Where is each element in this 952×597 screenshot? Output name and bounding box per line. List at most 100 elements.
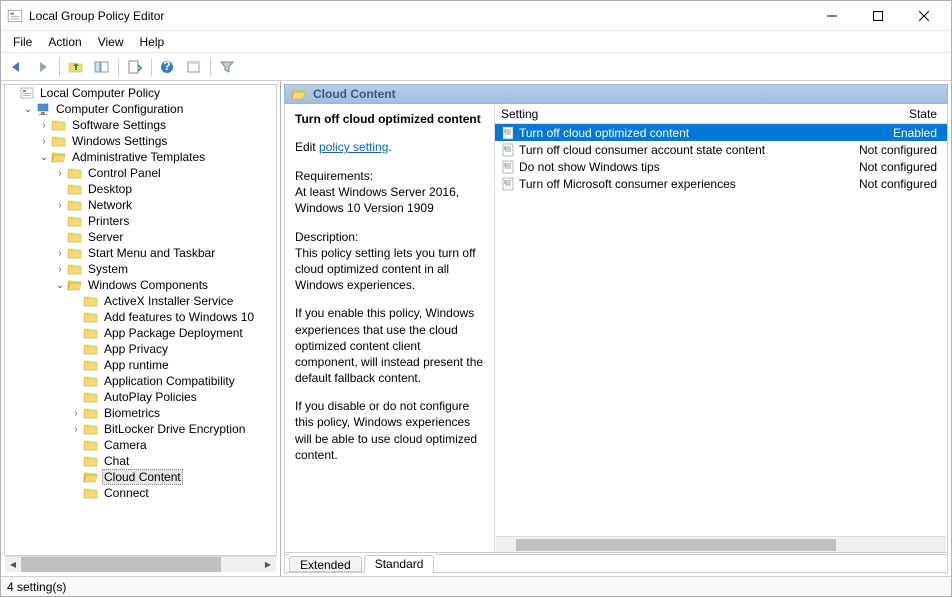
tab-standard[interactable]: Standard <box>364 555 435 573</box>
tree-toggle[interactable]: ⌄ <box>53 280 67 291</box>
settings-horizontal-scrollbar[interactable] <box>496 536 946 552</box>
tree-label: Camera <box>102 438 149 452</box>
tree-item[interactable]: Add features to Windows 10 <box>5 309 276 325</box>
tree-toggle[interactable]: › <box>37 120 51 131</box>
app-icon <box>7 8 23 24</box>
tree-item[interactable]: › Start Menu and Taskbar <box>5 245 276 261</box>
minimize-button[interactable] <box>809 2 855 30</box>
tree-item[interactable]: App Package Deployment <box>5 325 276 341</box>
setting-row[interactable]: Turn off cloud consumer account state co… <box>495 141 947 158</box>
main-area: Local Computer Policy ⌄ Computer Configura… <box>1 81 951 576</box>
help-button[interactable]: ? <box>156 56 180 78</box>
tree-label: Computer Configuration <box>54 102 185 116</box>
menu-view[interactable]: View <box>90 33 132 51</box>
tree-label: Network <box>86 198 134 212</box>
show-hide-tree-button[interactable] <box>90 56 114 78</box>
toolbar-separator <box>151 58 152 76</box>
tree-item[interactable]: Server <box>5 229 276 245</box>
column-setting[interactable]: Setting <box>495 107 847 121</box>
detail-pane: Turn off cloud optimized content Edit po… <box>285 104 495 552</box>
tree-label: Add features to Windows 10 <box>102 310 256 324</box>
folder-closed-icon <box>67 214 83 228</box>
column-state[interactable]: State <box>847 107 947 121</box>
tree-label: Administrative Templates <box>70 150 207 164</box>
folder-closed-icon <box>83 294 99 308</box>
tree-toggle[interactable]: › <box>69 408 83 419</box>
tree-item[interactable]: ›Biometrics <box>5 405 276 421</box>
menu-file[interactable]: File <box>5 33 40 51</box>
setting-row[interactable]: Turn off Microsoft consumer experiencesN… <box>495 175 947 192</box>
folder-closed-icon <box>51 118 67 132</box>
description-label: Description: <box>295 230 358 244</box>
tree-item[interactable]: Cloud Content <box>5 469 276 485</box>
back-button[interactable] <box>5 56 29 78</box>
tree-item[interactable]: Connect <box>5 485 276 501</box>
menu-action[interactable]: Action <box>40 33 89 51</box>
tree-toggle[interactable]: › <box>69 424 83 435</box>
setting-state: Not configured <box>847 160 947 174</box>
folder-open-icon <box>51 150 67 164</box>
tree-label: Connect <box>102 486 151 500</box>
tree-toggle[interactable]: › <box>37 136 51 147</box>
window-title: Local Group Policy Editor <box>29 9 809 23</box>
tree-item[interactable]: › Network <box>5 197 276 213</box>
export-button[interactable] <box>123 56 147 78</box>
setting-row[interactable]: Turn off cloud optimized contentEnabled <box>495 124 947 141</box>
tree-item[interactable]: ⌄Windows Components <box>5 277 276 293</box>
tree-label: App Privacy <box>102 342 170 356</box>
tree-item[interactable]: Camera <box>5 437 276 453</box>
tree-item[interactable]: ⌄ Administrative Templates <box>5 149 276 165</box>
folder-closed-icon <box>83 486 99 500</box>
menu-help[interactable]: Help <box>132 33 173 51</box>
tree-toggle[interactable]: › <box>53 248 67 259</box>
tree-toggle[interactable]: › <box>53 264 67 275</box>
tree-item[interactable]: ›BitLocker Drive Encryption <box>5 421 276 437</box>
tree-item[interactable]: ›Windows Settings <box>5 133 276 149</box>
tree-item[interactable]: ›Control Panel <box>5 165 276 181</box>
settings-list[interactable]: Turn off cloud optimized contentEnabledT… <box>495 124 947 536</box>
tab-extended[interactable]: Extended <box>289 556 362 572</box>
setting-row[interactable]: Do not show Windows tipsNot configured <box>495 158 947 175</box>
edit-policy-link[interactable]: policy setting <box>319 140 388 154</box>
filter-button[interactable] <box>215 56 239 78</box>
tree-view[interactable]: Local Computer Policy ⌄ Computer Configura… <box>4 84 277 556</box>
tree-item[interactable]: App Privacy <box>5 341 276 357</box>
tree-label: Start Menu and Taskbar <box>86 246 217 260</box>
tree-pane: Local Computer Policy ⌄ Computer Configura… <box>1 81 281 576</box>
tree-item[interactable]: Desktop <box>5 181 276 197</box>
tree-item[interactable]: Printers <box>5 213 276 229</box>
forward-button[interactable] <box>31 56 55 78</box>
tree-horizontal-scrollbar[interactable]: ◀ ▶ <box>5 556 276 572</box>
tree-item[interactable]: Chat <box>5 453 276 469</box>
toolbar: ? <box>1 53 951 81</box>
policy-icon <box>501 143 515 157</box>
maximize-button[interactable] <box>855 2 901 30</box>
folder-closed-icon <box>67 182 83 196</box>
menu-bar: File Action View Help <box>1 31 951 53</box>
tree-item[interactable]: ›Software Settings <box>5 117 276 133</box>
tree-item[interactable]: ⌄ Computer Configuration <box>5 101 276 117</box>
tree-item[interactable]: ›System <box>5 261 276 277</box>
folder-closed-icon <box>83 422 99 436</box>
tree-item-root[interactable]: Local Computer Policy <box>5 85 276 101</box>
tree-toggle[interactable]: › <box>53 168 67 179</box>
up-button[interactable] <box>64 56 88 78</box>
tree-label: Application Compatibility <box>102 374 237 388</box>
close-button[interactable] <box>901 2 947 30</box>
tree-item[interactable]: Application Compatibility <box>5 373 276 389</box>
folder-closed-icon <box>67 198 83 212</box>
setting-name: Turn off Microsoft consumer experiences <box>519 177 736 191</box>
gpo-icon <box>19 86 35 100</box>
tree-toggle[interactable]: ⌄ <box>21 104 35 115</box>
settings-columns-header[interactable]: Setting State <box>495 104 947 124</box>
tree-item[interactable]: ActiveX Installer Service <box>5 293 276 309</box>
title-bar: Local Group Policy Editor <box>1 1 951 31</box>
detail-edit-row: Edit policy setting. <box>295 140 484 154</box>
tree-label: AutoPlay Policies <box>102 390 199 404</box>
tree-toggle[interactable]: › <box>53 200 67 211</box>
tree-item[interactable]: AutoPlay Policies <box>5 389 276 405</box>
tree-toggle[interactable]: ⌄ <box>37 152 51 163</box>
properties-button[interactable] <box>182 56 206 78</box>
tree-label: App runtime <box>102 358 171 372</box>
tree-item[interactable]: App runtime <box>5 357 276 373</box>
